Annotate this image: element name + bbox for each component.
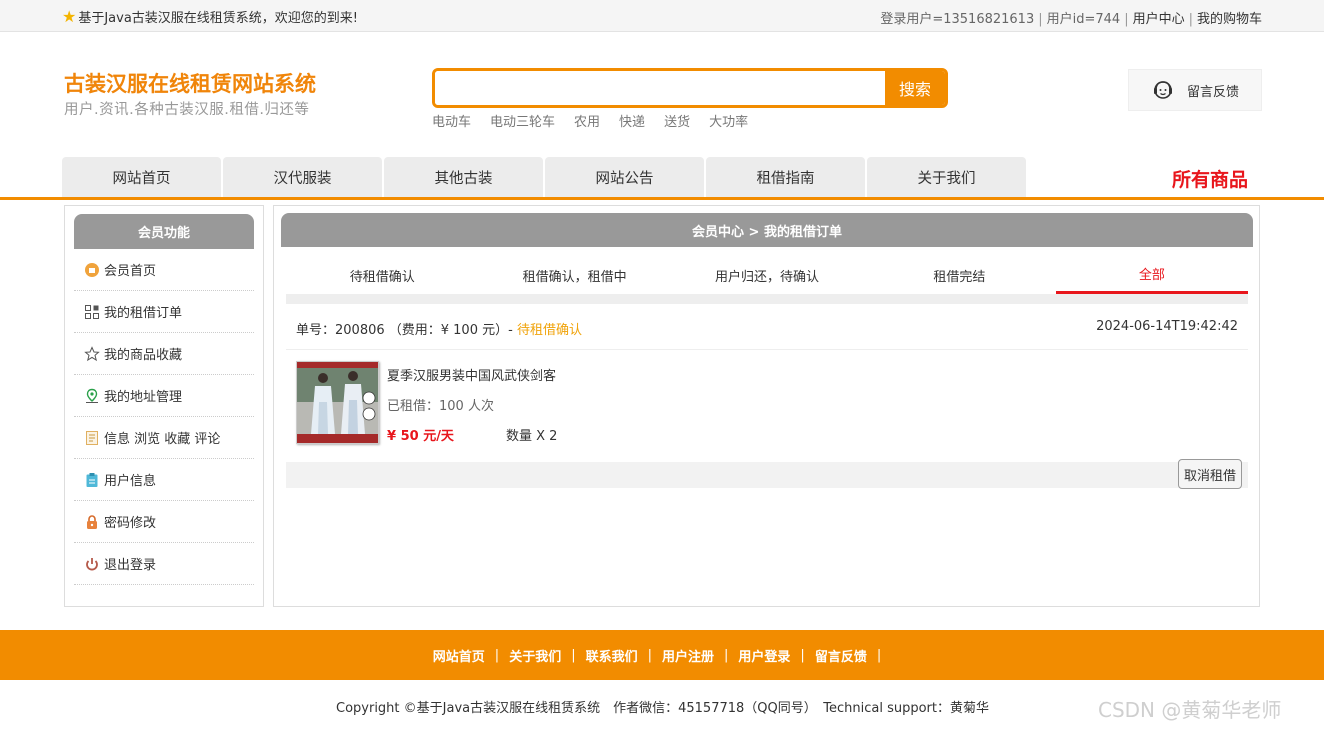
sidebar-item-member-home[interactable]: 会员首页 bbox=[74, 249, 254, 291]
hot-keywords: 电动车 电动三轮车 农用 快递 送货 大功率 bbox=[432, 111, 748, 130]
footer-links: 网站首页 | 关于我们 | 联系我们 | 用户注册 | 用户登录 | 留言反馈 | bbox=[0, 630, 1324, 680]
welcome-text: 基于Java古装汉服在线租赁系统，欢迎您的到来! bbox=[78, 11, 359, 26]
order-number-text: 单号：200806 （费用：¥ 100 元）- bbox=[296, 323, 517, 338]
hotword-link[interactable]: 送货 bbox=[664, 111, 690, 130]
sidebar-item-label: 会员首页 bbox=[104, 264, 157, 279]
nav-tab-han-clothing[interactable]: 汉代服装 bbox=[223, 157, 382, 197]
divider-strip bbox=[286, 294, 1248, 304]
sidebar-title: 会员功能 bbox=[74, 214, 254, 249]
footer-link-contact[interactable]: 联系我们 bbox=[586, 646, 638, 665]
tab-renting[interactable]: 租借确认，租借中 bbox=[478, 256, 670, 294]
main-nav: 网站首页 汉代服装 其他古装 网站公告 租借指南 关于我们 bbox=[62, 157, 1026, 197]
sidebar-item-label: 我的地址管理 bbox=[104, 390, 183, 405]
order-status-tabs: 待租借确认 租借确认，租借中 用户归还，待确认 租借完结 全部 bbox=[286, 256, 1249, 294]
nav-tab-announcements[interactable]: 网站公告 bbox=[545, 157, 704, 197]
sidebar-item-browse-history[interactable]: 信息 浏览 收藏 评论 bbox=[74, 417, 254, 459]
headset-icon bbox=[1154, 81, 1172, 99]
order-actions: 取消租借 bbox=[286, 459, 1248, 489]
user-links: 登录用户=13516821613 | 用户id=744 | 用户中心 | 我的购物车 bbox=[880, 12, 1262, 27]
sidebar-item-label: 退出登录 bbox=[104, 558, 157, 573]
product-name[interactable]: 夏季汉服男装中国风武侠剑客 bbox=[387, 365, 556, 384]
breadcrumb: 会员中心 > 我的租借订单 bbox=[281, 213, 1253, 247]
nav-tab-about[interactable]: 关于我们 bbox=[867, 157, 1026, 197]
tab-pending-confirm[interactable]: 待租借确认 bbox=[286, 256, 478, 294]
footer-link-login[interactable]: 用户登录 bbox=[738, 646, 790, 665]
hotword-link[interactable]: 农用 bbox=[574, 111, 600, 130]
sidebar-item-address[interactable]: 我的地址管理 bbox=[74, 375, 254, 417]
logged-user: 登录用户=13516821613 bbox=[880, 12, 1035, 27]
hotword-link[interactable]: 电动车 bbox=[432, 111, 471, 130]
hotword-link[interactable]: 快递 bbox=[619, 111, 645, 130]
clipboard-icon bbox=[84, 472, 100, 488]
user-id: 用户id=744 bbox=[1046, 12, 1121, 27]
sidebar-item-label: 我的租借订单 bbox=[104, 306, 183, 321]
rented-count: 已租借：100 人次 bbox=[387, 399, 494, 414]
status-badge: 待租借确认 bbox=[516, 323, 582, 338]
all-goods-link[interactable]: 所有商品 bbox=[1172, 165, 1248, 192]
sidebar-item-favorites[interactable]: 我的商品收藏 bbox=[74, 333, 254, 375]
site-title[interactable]: 古装汉服在线租赁网站系统 bbox=[64, 68, 316, 98]
sidebar-item-password[interactable]: 密码修改 bbox=[74, 501, 254, 543]
home-icon bbox=[84, 262, 100, 278]
tab-completed[interactable]: 租借完结 bbox=[863, 256, 1055, 294]
footer-link-feedback[interactable]: 留言反馈 bbox=[815, 646, 867, 665]
star-icon: ★ bbox=[62, 6, 77, 26]
footer-link-about[interactable]: 关于我们 bbox=[509, 646, 561, 665]
sidebar-item-user-info[interactable]: 用户信息 bbox=[74, 459, 254, 501]
footer-link-home[interactable]: 网站首页 bbox=[433, 646, 485, 665]
sidebar-item-rental-orders[interactable]: 我的租借订单 bbox=[74, 291, 254, 333]
tab-all[interactable]: 全部 bbox=[1055, 256, 1249, 294]
order-header: 单号：200806 （费用：¥ 100 元）- 待租借确认 2024-06-14… bbox=[286, 304, 1248, 350]
nav-tab-rental-guide[interactable]: 租借指南 bbox=[706, 157, 865, 197]
lock-icon bbox=[84, 514, 100, 530]
search-input[interactable] bbox=[435, 71, 885, 105]
sidebar-item-label: 我的商品收藏 bbox=[104, 348, 183, 363]
member-sidebar: 会员功能 会员首页 我的租借订单 我的商品收藏 我的地址管理 信息 浏览 收藏 … bbox=[64, 205, 264, 607]
cancel-rental-button[interactable]: 取消租借 bbox=[1177, 459, 1242, 489]
site-subtitle: 用户.资讯.各种古装汉服.租借.归还等 bbox=[64, 102, 310, 118]
product-quantity: 数量 X 2 bbox=[506, 429, 558, 444]
product-image[interactable] bbox=[296, 361, 379, 444]
watermark: CSDN @黄菊华老师 bbox=[1098, 698, 1282, 722]
hotword-link[interactable]: 电动三轮车 bbox=[490, 111, 555, 130]
order-number: 单号：200806 （费用：¥ 100 元）- 待租借确认 bbox=[296, 319, 582, 338]
order-time: 2024-06-14T19:42:42 bbox=[1096, 319, 1238, 334]
top-bar: ★ 基于Java古装汉服在线租赁系统，欢迎您的到来! 登录用户=13516821… bbox=[0, 0, 1324, 32]
nav-tab-other-costume[interactable]: 其他古装 bbox=[384, 157, 543, 197]
user-center-link[interactable]: 用户中心 bbox=[1133, 12, 1185, 27]
order-panel: 会员中心 > 我的租借订单 待租借确认 租借确认，租借中 用户归还，待确认 租借… bbox=[273, 205, 1260, 607]
feedback-button[interactable]: 留言反馈 bbox=[1128, 69, 1262, 111]
feedback-label: 留言反馈 bbox=[1187, 84, 1240, 100]
grid-icon bbox=[84, 304, 100, 320]
document-icon bbox=[84, 430, 100, 446]
tab-returned[interactable]: 用户归还，待确认 bbox=[671, 256, 863, 294]
location-icon bbox=[84, 388, 100, 404]
power-icon bbox=[84, 556, 100, 572]
product-price: ¥ 50 元/天 bbox=[387, 429, 454, 444]
welcome-message: ★ 基于Java古装汉服在线租赁系统，欢迎您的到来! bbox=[62, 7, 358, 26]
hotword-link[interactable]: 大功率 bbox=[709, 111, 748, 130]
search-bar: 搜索 bbox=[432, 68, 948, 108]
cart-link[interactable]: 我的购物车 bbox=[1197, 12, 1262, 27]
sidebar-item-label: 信息 浏览 收藏 评论 bbox=[104, 432, 221, 447]
nav-tab-home[interactable]: 网站首页 bbox=[62, 157, 221, 197]
star-outline-icon bbox=[84, 345, 100, 362]
copyright-text: Copyright ©基于Java古装汉服在线租赁系统 作者微信：4515771… bbox=[336, 701, 989, 716]
sidebar-item-label: 密码修改 bbox=[104, 516, 157, 531]
sidebar-item-logout[interactable]: 退出登录 bbox=[74, 543, 254, 585]
footer-link-register[interactable]: 用户注册 bbox=[662, 646, 714, 665]
sidebar-item-label: 用户信息 bbox=[104, 474, 157, 489]
search-button[interactable]: 搜索 bbox=[885, 71, 945, 105]
nav-divider bbox=[0, 197, 1324, 200]
